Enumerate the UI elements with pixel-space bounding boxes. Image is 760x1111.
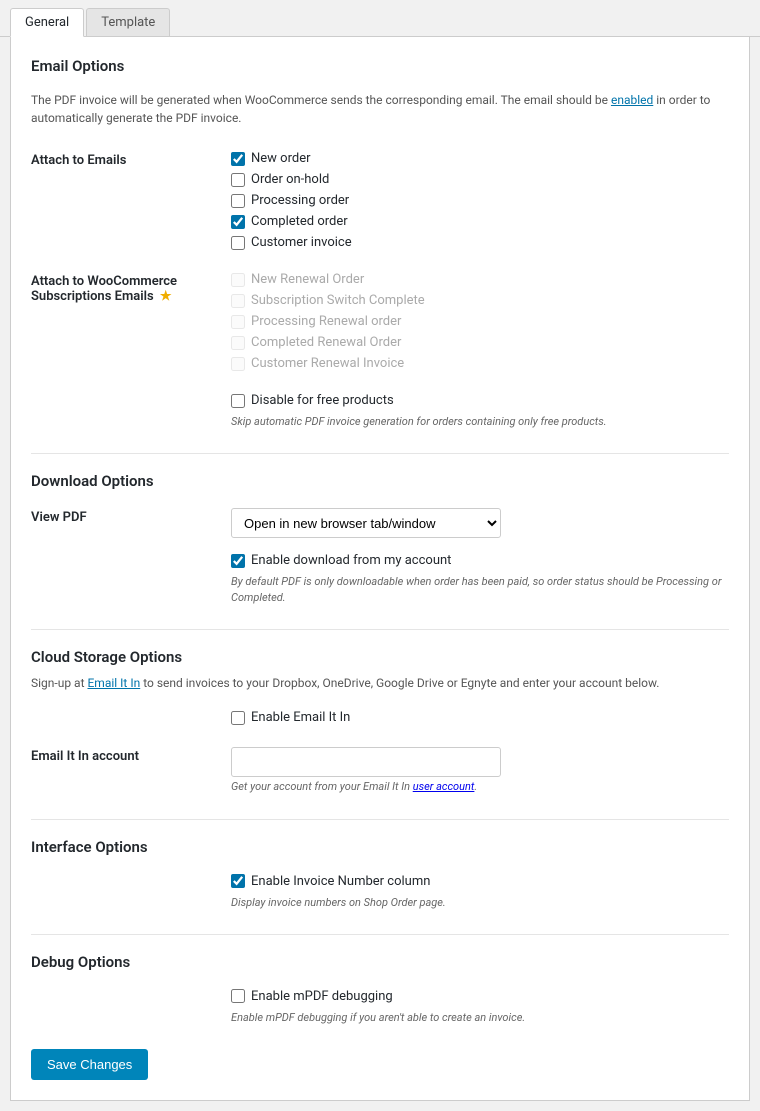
checkbox-mpdf-debug[interactable]: Enable mPDF debugging bbox=[231, 989, 729, 1004]
email-options-info: The PDF invoice will be generated when W… bbox=[31, 91, 729, 127]
checkbox-completed-renewal: Completed Renewal Order bbox=[231, 335, 729, 350]
checkbox-processing-renewal: Processing Renewal order bbox=[231, 314, 729, 329]
enable-download-hint: By default PDF is only downloadable when… bbox=[231, 574, 729, 605]
star-icon: ★ bbox=[160, 289, 172, 304]
interface-options-title: Interface Options bbox=[31, 838, 729, 856]
email-it-in-link[interactable]: Email It In bbox=[87, 676, 140, 690]
checkbox-invoice-col[interactable]: Enable Invoice Number column bbox=[231, 874, 729, 889]
checkbox-processing-order[interactable]: Processing order bbox=[231, 193, 729, 208]
save-changes-button[interactable]: Save Changes bbox=[31, 1049, 148, 1080]
email-options-title: Email Options bbox=[31, 57, 729, 81]
view-pdf-select[interactable]: Open in new browser tab/window Open inli… bbox=[231, 508, 501, 538]
checkbox-completed-order[interactable]: Completed order bbox=[231, 214, 729, 229]
checkbox-new-order[interactable]: New order bbox=[231, 151, 729, 166]
cloud-info: Sign-up at Email It In to send invoices … bbox=[31, 676, 729, 690]
debug-options-title: Debug Options bbox=[31, 953, 729, 971]
email-it-in-account-input[interactable] bbox=[231, 747, 501, 777]
checkbox-customer-invoice[interactable]: Customer invoice bbox=[231, 235, 729, 250]
enabled-link[interactable]: enabled bbox=[611, 93, 653, 107]
disable-free-hint: Skip automatic PDF invoice generation fo… bbox=[231, 414, 729, 429]
checkbox-disable-free[interactable]: Disable for free products bbox=[231, 393, 729, 408]
checkbox-customer-renewal: Customer Renewal Invoice bbox=[231, 356, 729, 371]
attach-subscriptions-label: Attach to WooCommerce Subscriptions Emai… bbox=[31, 264, 231, 385]
user-account-link[interactable]: user account bbox=[413, 780, 475, 793]
checkbox-enable-download[interactable]: Enable download from my account bbox=[231, 553, 729, 568]
cloud-storage-title: Cloud Storage Options bbox=[31, 648, 729, 666]
email-it-in-account-label: Email It In account bbox=[31, 739, 231, 802]
checkbox-enable-email-it-in[interactable]: Enable Email It In bbox=[231, 710, 729, 725]
mpdf-hint: Enable mPDF debugging if you aren't able… bbox=[231, 1010, 729, 1025]
download-options-title: Download Options bbox=[31, 472, 729, 490]
checkbox-sub-switch: Subscription Switch Complete bbox=[231, 293, 729, 308]
account-hint: Get your account from your Email It In u… bbox=[231, 779, 729, 794]
invoice-col-hint: Display invoice numbers on Shop Order pa… bbox=[231, 895, 729, 910]
tab-general[interactable]: General bbox=[10, 8, 84, 37]
checkbox-new-renewal: New Renewal Order bbox=[231, 272, 729, 287]
tab-template[interactable]: Template bbox=[86, 8, 170, 36]
view-pdf-label: View PDF bbox=[31, 500, 231, 613]
attach-to-emails-label: Attach to Emails bbox=[31, 143, 231, 264]
checkbox-order-on-hold[interactable]: Order on-hold bbox=[231, 172, 729, 187]
